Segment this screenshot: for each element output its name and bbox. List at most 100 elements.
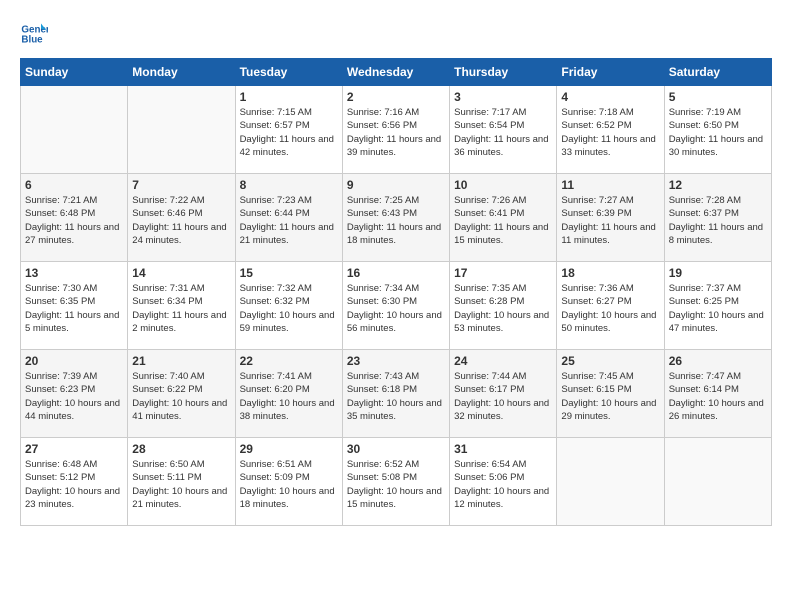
day-detail: Sunrise: 6:48 AM Sunset: 5:12 PM Dayligh…	[25, 458, 123, 511]
day-number: 27	[25, 442, 123, 456]
day-number: 6	[25, 178, 123, 192]
weekday-header-saturday: Saturday	[664, 59, 771, 86]
day-number: 17	[454, 266, 552, 280]
day-number: 23	[347, 354, 445, 368]
calendar-cell: 14 Sunrise: 7:31 AM Sunset: 6:34 PM Dayli…	[128, 262, 235, 350]
day-number: 1	[240, 90, 338, 104]
logo-icon: General Blue	[20, 20, 48, 48]
calendar-cell: 19 Sunrise: 7:37 AM Sunset: 6:25 PM Dayli…	[664, 262, 771, 350]
day-detail: Sunrise: 6:51 AM Sunset: 5:09 PM Dayligh…	[240, 458, 338, 511]
weekday-header-thursday: Thursday	[450, 59, 557, 86]
week-row-2: 6 Sunrise: 7:21 AM Sunset: 6:48 PM Daylig…	[21, 174, 772, 262]
day-detail: Sunrise: 6:50 AM Sunset: 5:11 PM Dayligh…	[132, 458, 230, 511]
page-header: General Blue	[20, 20, 772, 48]
day-number: 31	[454, 442, 552, 456]
calendar-cell: 11 Sunrise: 7:27 AM Sunset: 6:39 PM Dayli…	[557, 174, 664, 262]
day-number: 12	[669, 178, 767, 192]
logo: General Blue	[20, 20, 52, 48]
day-detail: Sunrise: 7:25 AM Sunset: 6:43 PM Dayligh…	[347, 194, 445, 247]
day-number: 10	[454, 178, 552, 192]
day-detail: Sunrise: 7:44 AM Sunset: 6:17 PM Dayligh…	[454, 370, 552, 423]
day-number: 25	[561, 354, 659, 368]
day-detail: Sunrise: 7:36 AM Sunset: 6:27 PM Dayligh…	[561, 282, 659, 335]
day-number: 21	[132, 354, 230, 368]
day-number: 20	[25, 354, 123, 368]
calendar-cell: 10 Sunrise: 7:26 AM Sunset: 6:41 PM Dayli…	[450, 174, 557, 262]
day-detail: Sunrise: 7:26 AM Sunset: 6:41 PM Dayligh…	[454, 194, 552, 247]
calendar-cell	[557, 438, 664, 526]
day-detail: Sunrise: 7:41 AM Sunset: 6:20 PM Dayligh…	[240, 370, 338, 423]
day-detail: Sunrise: 7:15 AM Sunset: 6:57 PM Dayligh…	[240, 106, 338, 159]
day-number: 5	[669, 90, 767, 104]
calendar-cell: 3 Sunrise: 7:17 AM Sunset: 6:54 PM Daylig…	[450, 86, 557, 174]
day-detail: Sunrise: 7:18 AM Sunset: 6:52 PM Dayligh…	[561, 106, 659, 159]
calendar-cell: 29 Sunrise: 6:51 AM Sunset: 5:09 PM Dayli…	[235, 438, 342, 526]
calendar-cell: 25 Sunrise: 7:45 AM Sunset: 6:15 PM Dayli…	[557, 350, 664, 438]
day-detail: Sunrise: 7:16 AM Sunset: 6:56 PM Dayligh…	[347, 106, 445, 159]
day-number: 13	[25, 266, 123, 280]
day-number: 2	[347, 90, 445, 104]
calendar-cell: 26Sunrise: 7:47 AM Sunset: 6:14 PM Dayli…	[664, 350, 771, 438]
day-number: 3	[454, 90, 552, 104]
weekday-header-tuesday: Tuesday	[235, 59, 342, 86]
calendar-cell: 7Sunrise: 7:22 AM Sunset: 6:46 PM Daylig…	[128, 174, 235, 262]
calendar-cell: 8 Sunrise: 7:23 AM Sunset: 6:44 PM Daylig…	[235, 174, 342, 262]
day-detail: Sunrise: 7:39 AM Sunset: 6:23 PM Dayligh…	[25, 370, 123, 423]
day-number: 16	[347, 266, 445, 280]
calendar-cell: 6 Sunrise: 7:21 AM Sunset: 6:48 PM Daylig…	[21, 174, 128, 262]
day-number: 18	[561, 266, 659, 280]
day-detail: Sunrise: 7:30 AM Sunset: 6:35 PM Dayligh…	[25, 282, 123, 335]
weekday-header-monday: Monday	[128, 59, 235, 86]
calendar-cell: 18 Sunrise: 7:36 AM Sunset: 6:27 PM Dayli…	[557, 262, 664, 350]
weekday-header-friday: Friday	[557, 59, 664, 86]
calendar-cell: 4 Sunrise: 7:18 AM Sunset: 6:52 PM Daylig…	[557, 86, 664, 174]
calendar-cell: 12 Sunrise: 7:28 AM Sunset: 6:37 PM Dayli…	[664, 174, 771, 262]
svg-text:Blue: Blue	[21, 34, 43, 45]
day-number: 8	[240, 178, 338, 192]
day-detail: Sunrise: 7:28 AM Sunset: 6:37 PM Dayligh…	[669, 194, 767, 247]
day-number: 4	[561, 90, 659, 104]
day-detail: Sunrise: 7:45 AM Sunset: 6:15 PM Dayligh…	[561, 370, 659, 423]
calendar-cell: 13 Sunrise: 7:30 AM Sunset: 6:35 PM Dayli…	[21, 262, 128, 350]
day-number: 29	[240, 442, 338, 456]
calendar-cell: 31 Sunrise: 6:54 AM Sunset: 5:06 PM Dayli…	[450, 438, 557, 526]
day-detail: Sunrise: 7:27 AM Sunset: 6:39 PM Dayligh…	[561, 194, 659, 247]
week-row-1: 1 Sunrise: 7:15 AM Sunset: 6:57 PM Daylig…	[21, 86, 772, 174]
day-detail: Sunrise: 7:17 AM Sunset: 6:54 PM Dayligh…	[454, 106, 552, 159]
calendar-cell: 16 Sunrise: 7:34 AM Sunset: 6:30 PM Dayli…	[342, 262, 449, 350]
day-detail: Sunrise: 7:43 AM Sunset: 6:18 PM Dayligh…	[347, 370, 445, 423]
calendar-table: SundayMondayTuesdayWednesdayThursdayFrid…	[20, 58, 772, 526]
day-number: 28	[132, 442, 230, 456]
day-detail: Sunrise: 6:52 AM Sunset: 5:08 PM Dayligh…	[347, 458, 445, 511]
day-detail: Sunrise: 7:19 AM Sunset: 6:50 PM Dayligh…	[669, 106, 767, 159]
day-number: 7	[132, 178, 230, 192]
weekday-header-wednesday: Wednesday	[342, 59, 449, 86]
day-detail: Sunrise: 7:35 AM Sunset: 6:28 PM Dayligh…	[454, 282, 552, 335]
day-number: 15	[240, 266, 338, 280]
day-detail: Sunrise: 7:34 AM Sunset: 6:30 PM Dayligh…	[347, 282, 445, 335]
calendar-cell: 5 Sunrise: 7:19 AM Sunset: 6:50 PM Daylig…	[664, 86, 771, 174]
day-number: 19	[669, 266, 767, 280]
day-detail: Sunrise: 7:23 AM Sunset: 6:44 PM Dayligh…	[240, 194, 338, 247]
day-number: 22	[240, 354, 338, 368]
calendar-cell: 9 Sunrise: 7:25 AM Sunset: 6:43 PM Daylig…	[342, 174, 449, 262]
day-number: 11	[561, 178, 659, 192]
day-detail: Sunrise: 7:37 AM Sunset: 6:25 PM Dayligh…	[669, 282, 767, 335]
calendar-cell: 2 Sunrise: 7:16 AM Sunset: 6:56 PM Daylig…	[342, 86, 449, 174]
day-detail: Sunrise: 7:47 AM Sunset: 6:14 PM Dayligh…	[669, 370, 767, 423]
day-detail: Sunrise: 7:31 AM Sunset: 6:34 PM Dayligh…	[132, 282, 230, 335]
weekday-header-sunday: Sunday	[21, 59, 128, 86]
calendar-cell: 1 Sunrise: 7:15 AM Sunset: 6:57 PM Daylig…	[235, 86, 342, 174]
day-detail: Sunrise: 7:40 AM Sunset: 6:22 PM Dayligh…	[132, 370, 230, 423]
weekday-header-row: SundayMondayTuesdayWednesdayThursdayFrid…	[21, 59, 772, 86]
day-detail: Sunrise: 7:21 AM Sunset: 6:48 PM Dayligh…	[25, 194, 123, 247]
calendar-cell: 15Sunrise: 7:32 AM Sunset: 6:32 PM Dayli…	[235, 262, 342, 350]
day-number: 14	[132, 266, 230, 280]
day-number: 30	[347, 442, 445, 456]
week-row-4: 20 Sunrise: 7:39 AM Sunset: 6:23 PM Dayli…	[21, 350, 772, 438]
calendar-cell	[664, 438, 771, 526]
day-detail: Sunrise: 6:54 AM Sunset: 5:06 PM Dayligh…	[454, 458, 552, 511]
day-number: 9	[347, 178, 445, 192]
day-number: 24	[454, 354, 552, 368]
calendar-cell: 27 Sunrise: 6:48 AM Sunset: 5:12 PM Dayli…	[21, 438, 128, 526]
